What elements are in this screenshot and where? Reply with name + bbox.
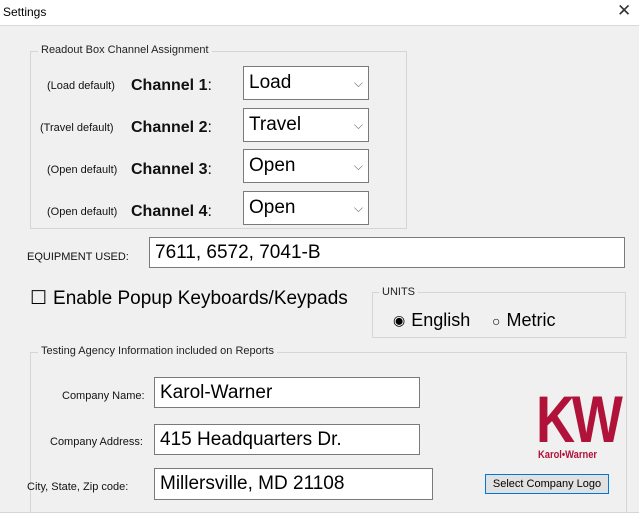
chevron-down-icon: ⌵ bbox=[353, 117, 363, 132]
agency-legend: Testing Agency Information included on R… bbox=[38, 345, 277, 358]
radio-metric-label: Metric bbox=[506, 310, 556, 330]
popup-keyboards-label: Enable Popup Keyboards/Keypads bbox=[53, 287, 348, 309]
channel-1-select[interactable]: Load ⌵ bbox=[243, 66, 369, 100]
radio-english-label: English bbox=[411, 310, 471, 330]
channel-2-label: Channel 2: bbox=[131, 119, 212, 136]
channel-3-default-label: (Open default) bbox=[47, 164, 118, 176]
popup-keyboards-checkbox[interactable]: ☐ Enable Popup Keyboards/Keypads bbox=[30, 287, 348, 310]
channel-1-value: Load bbox=[249, 72, 292, 93]
company-logo: KW Karol•Warner bbox=[534, 386, 623, 469]
equipment-label: EQUIPMENT USED: bbox=[27, 251, 129, 263]
checkbox-icon: ☐ bbox=[30, 288, 48, 309]
units-legend: UNITS bbox=[379, 286, 418, 299]
logo-name: Karol•Warner bbox=[538, 449, 598, 461]
equipment-input[interactable]: 7611, 6572, 7041-B bbox=[149, 237, 625, 268]
channel-3-select[interactable]: Open ⌵ bbox=[243, 149, 369, 183]
radio-metric[interactable]: ○ Metric bbox=[492, 310, 555, 331]
chevron-down-icon: ⌵ bbox=[353, 75, 363, 90]
radio-english[interactable]: ◉ English bbox=[393, 310, 470, 331]
channel-2-value: Travel bbox=[249, 114, 302, 135]
channel-1-label: Channel 1: bbox=[131, 77, 212, 94]
window-title: Settings bbox=[3, 5, 47, 19]
city-state-zip-input[interactable]: Millersville, MD 21108 bbox=[154, 468, 433, 500]
readout-legend: Readout Box Channel Assignment bbox=[38, 44, 212, 57]
company-address-input[interactable]: 415 Headquarters Dr. bbox=[154, 424, 420, 455]
company-name-input[interactable]: Karol-Warner bbox=[154, 377, 420, 408]
channel-4-value: Open bbox=[249, 197, 296, 218]
close-icon[interactable]: ✕ bbox=[617, 1, 631, 21]
channel-3-value: Open bbox=[249, 155, 296, 176]
company-name-label: Company Name: bbox=[62, 390, 145, 402]
title-bar bbox=[0, 0, 639, 26]
logo-letters: KW bbox=[536, 382, 623, 456]
company-address-label: Company Address: bbox=[50, 436, 143, 448]
select-company-logo-button[interactable]: Select Company Logo bbox=[485, 474, 609, 494]
channel-3-label: Channel 3: bbox=[131, 161, 212, 178]
channel-2-select[interactable]: Travel ⌵ bbox=[243, 108, 369, 142]
radio-unselected-icon: ○ bbox=[492, 312, 501, 329]
chevron-down-icon: ⌵ bbox=[353, 200, 363, 215]
channel-2-default-label: (Travel default) bbox=[40, 122, 114, 134]
channel-1-default-label: (Load default) bbox=[47, 80, 115, 92]
channel-4-select[interactable]: Open ⌵ bbox=[243, 191, 369, 225]
city-state-zip-label: City, State, Zip code: bbox=[27, 481, 129, 493]
channel-4-default-label: (Open default) bbox=[47, 206, 118, 218]
radio-selected-icon: ◉ bbox=[393, 312, 406, 328]
chevron-down-icon: ⌵ bbox=[353, 158, 363, 173]
channel-4-label: Channel 4: bbox=[131, 203, 212, 220]
